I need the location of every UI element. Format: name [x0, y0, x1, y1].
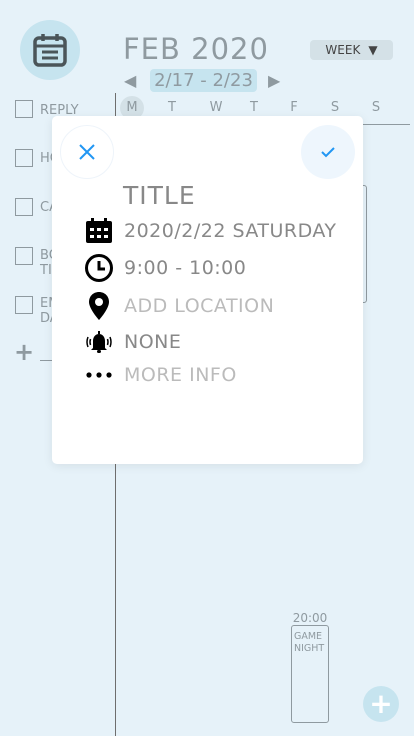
- prev-week-button[interactable]: ◀: [124, 71, 136, 90]
- add-event-button[interactable]: +: [363, 686, 399, 722]
- event-time: 20:00: [292, 611, 328, 625]
- calendar-icon: [84, 218, 114, 244]
- task-checkbox[interactable]: [15, 247, 33, 265]
- view-select[interactable]: WEEK ▼: [310, 40, 393, 60]
- day-header-tue[interactable]: T: [160, 99, 184, 117]
- time-row[interactable]: 9:00 - 10:00: [84, 253, 246, 283]
- reminder-row[interactable]: NONE: [84, 330, 181, 354]
- day-header-wed[interactable]: W: [204, 99, 228, 117]
- calendar-icon: [33, 34, 67, 67]
- next-week-button[interactable]: ▶: [268, 71, 280, 90]
- event-editor-dialog: TITLE 2020/2/22 SATURDAY 9:00 - 10:00 AD…: [52, 116, 363, 464]
- event-title: GAME NIGHT: [294, 631, 325, 654]
- more-info-row[interactable]: MORE INFO: [84, 364, 237, 386]
- month-title: FEB 2020: [123, 32, 269, 66]
- day-header-sun[interactable]: S: [364, 99, 388, 117]
- location-pin-icon: [84, 291, 114, 321]
- save-button[interactable]: [301, 125, 355, 179]
- view-select-value: WEEK: [325, 43, 361, 57]
- more-dots-icon: [84, 372, 114, 378]
- day-header-fri[interactable]: F: [282, 99, 306, 117]
- day-header-sat[interactable]: S: [323, 99, 347, 117]
- location-input: ADD LOCATION: [124, 295, 275, 317]
- check-icon: [321, 147, 335, 158]
- task-checkbox[interactable]: [15, 149, 33, 167]
- time-value: 9:00 - 10:00: [124, 257, 247, 279]
- close-button[interactable]: [60, 125, 114, 179]
- header-divider: [360, 124, 410, 125]
- clock-icon: [84, 253, 114, 283]
- title-input[interactable]: TITLE: [123, 181, 196, 210]
- bell-ringing-icon: [84, 330, 114, 354]
- close-icon: [79, 144, 95, 160]
- add-task-button[interactable]: +: [14, 338, 34, 366]
- location-row[interactable]: ADD LOCATION: [84, 291, 274, 321]
- task-checkbox[interactable]: [15, 100, 33, 118]
- day-header-thu[interactable]: T: [242, 99, 266, 117]
- week-range[interactable]: 2/17 - 2/23: [150, 69, 257, 92]
- app-logo[interactable]: [20, 20, 80, 80]
- calendar-event-game-night[interactable]: GAME NIGHT: [291, 625, 329, 723]
- task-checkbox[interactable]: [15, 198, 33, 216]
- task-checkbox[interactable]: [15, 296, 33, 314]
- date-row[interactable]: 2020/2/22 SATURDAY: [84, 218, 337, 244]
- more-info-input: MORE INFO: [124, 364, 237, 386]
- dropdown-arrow-icon: ▼: [368, 43, 378, 57]
- reminder-value: NONE: [124, 331, 182, 353]
- date-value: 2020/2/22 SATURDAY: [124, 220, 337, 242]
